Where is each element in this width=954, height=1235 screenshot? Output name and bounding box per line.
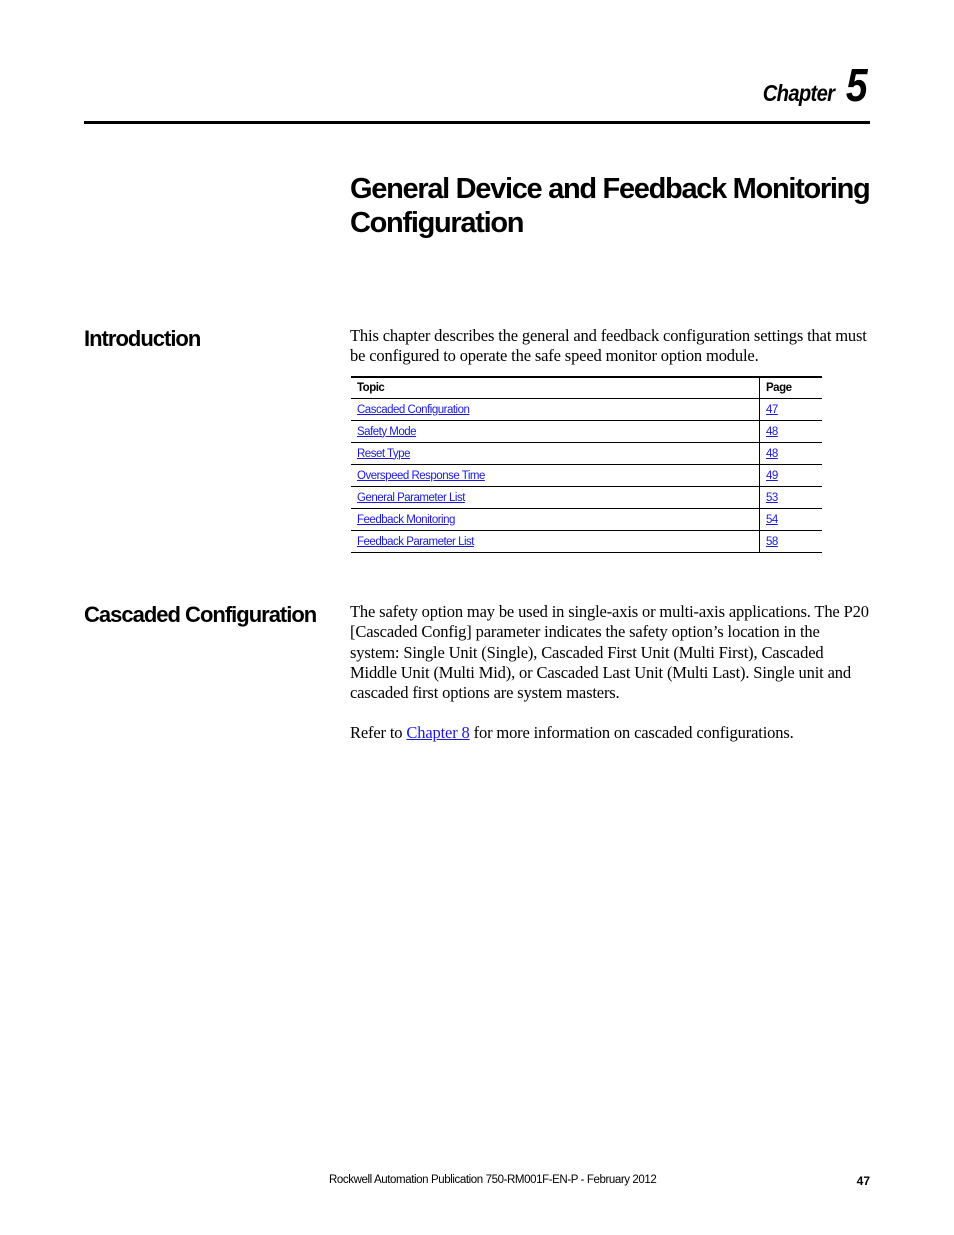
table-row: Feedback Parameter List 58 <box>351 530 822 553</box>
table-row: Overspeed Response Time 49 <box>351 464 822 487</box>
table-row: Cascaded Configuration 47 <box>351 398 822 421</box>
topic-link[interactable]: Feedback Monitoring <box>357 514 455 526</box>
page-link[interactable]: 54 <box>766 514 778 526</box>
table-row: General Parameter List 53 <box>351 486 822 509</box>
topic-link[interactable]: Overspeed Response Time <box>357 470 485 482</box>
chapter-header: Chapter 5 <box>753 62 868 108</box>
chapter-divider <box>84 121 870 124</box>
table-row: Feedback Monitoring 54 <box>351 508 822 531</box>
cascaded-configuration-heading: Cascaded Configuration <box>84 602 317 627</box>
chapter-8-link[interactable]: Chapter 8 <box>406 723 469 742</box>
page-link[interactable]: 47 <box>766 404 778 416</box>
topic-link[interactable]: Feedback Parameter List <box>357 536 474 548</box>
footer-publication: Rockwell Automation Publication 750-RM00… <box>329 1174 657 1186</box>
refer-text-before: Refer to <box>350 723 407 742</box>
topic-link[interactable]: Reset Type <box>357 448 410 460</box>
introduction-paragraph: This chapter describes the general and f… <box>350 326 867 366</box>
page-link[interactable]: 58 <box>766 536 778 548</box>
topic-table: Topic Page Cascaded Configuration 47 Saf… <box>351 376 822 553</box>
introduction-heading: Introduction <box>84 326 201 351</box>
table-row: Reset Type 48 <box>351 442 822 465</box>
chapter-number: 5 <box>846 59 868 111</box>
topic-table-header-row: Topic Page <box>351 376 822 399</box>
table-row: Safety Mode 48 <box>351 420 822 443</box>
footer-page-number: 47 <box>856 1174 870 1188</box>
page-link[interactable]: 48 <box>766 426 778 438</box>
page-column-header: Page <box>759 376 822 399</box>
page-link[interactable]: 49 <box>766 470 778 482</box>
page-link[interactable]: 53 <box>766 492 778 504</box>
topic-link[interactable]: Safety Mode <box>357 426 417 438</box>
page-link[interactable]: 48 <box>766 448 778 460</box>
chapter-label: Chapter <box>762 80 835 106</box>
page-title: General Device and Feedback Monitoring C… <box>350 173 871 239</box>
topic-column-header: Topic <box>351 376 760 399</box>
refer-text-after: for more information on cascaded configu… <box>469 723 794 742</box>
cascaded-refer-paragraph: Refer to Chapter 8 for more information … <box>350 723 870 743</box>
topic-link[interactable]: Cascaded Configuration <box>357 404 470 416</box>
cascaded-configuration-paragraph: The safety option may be used in single-… <box>350 602 869 703</box>
topic-link[interactable]: General Parameter List <box>357 492 465 504</box>
